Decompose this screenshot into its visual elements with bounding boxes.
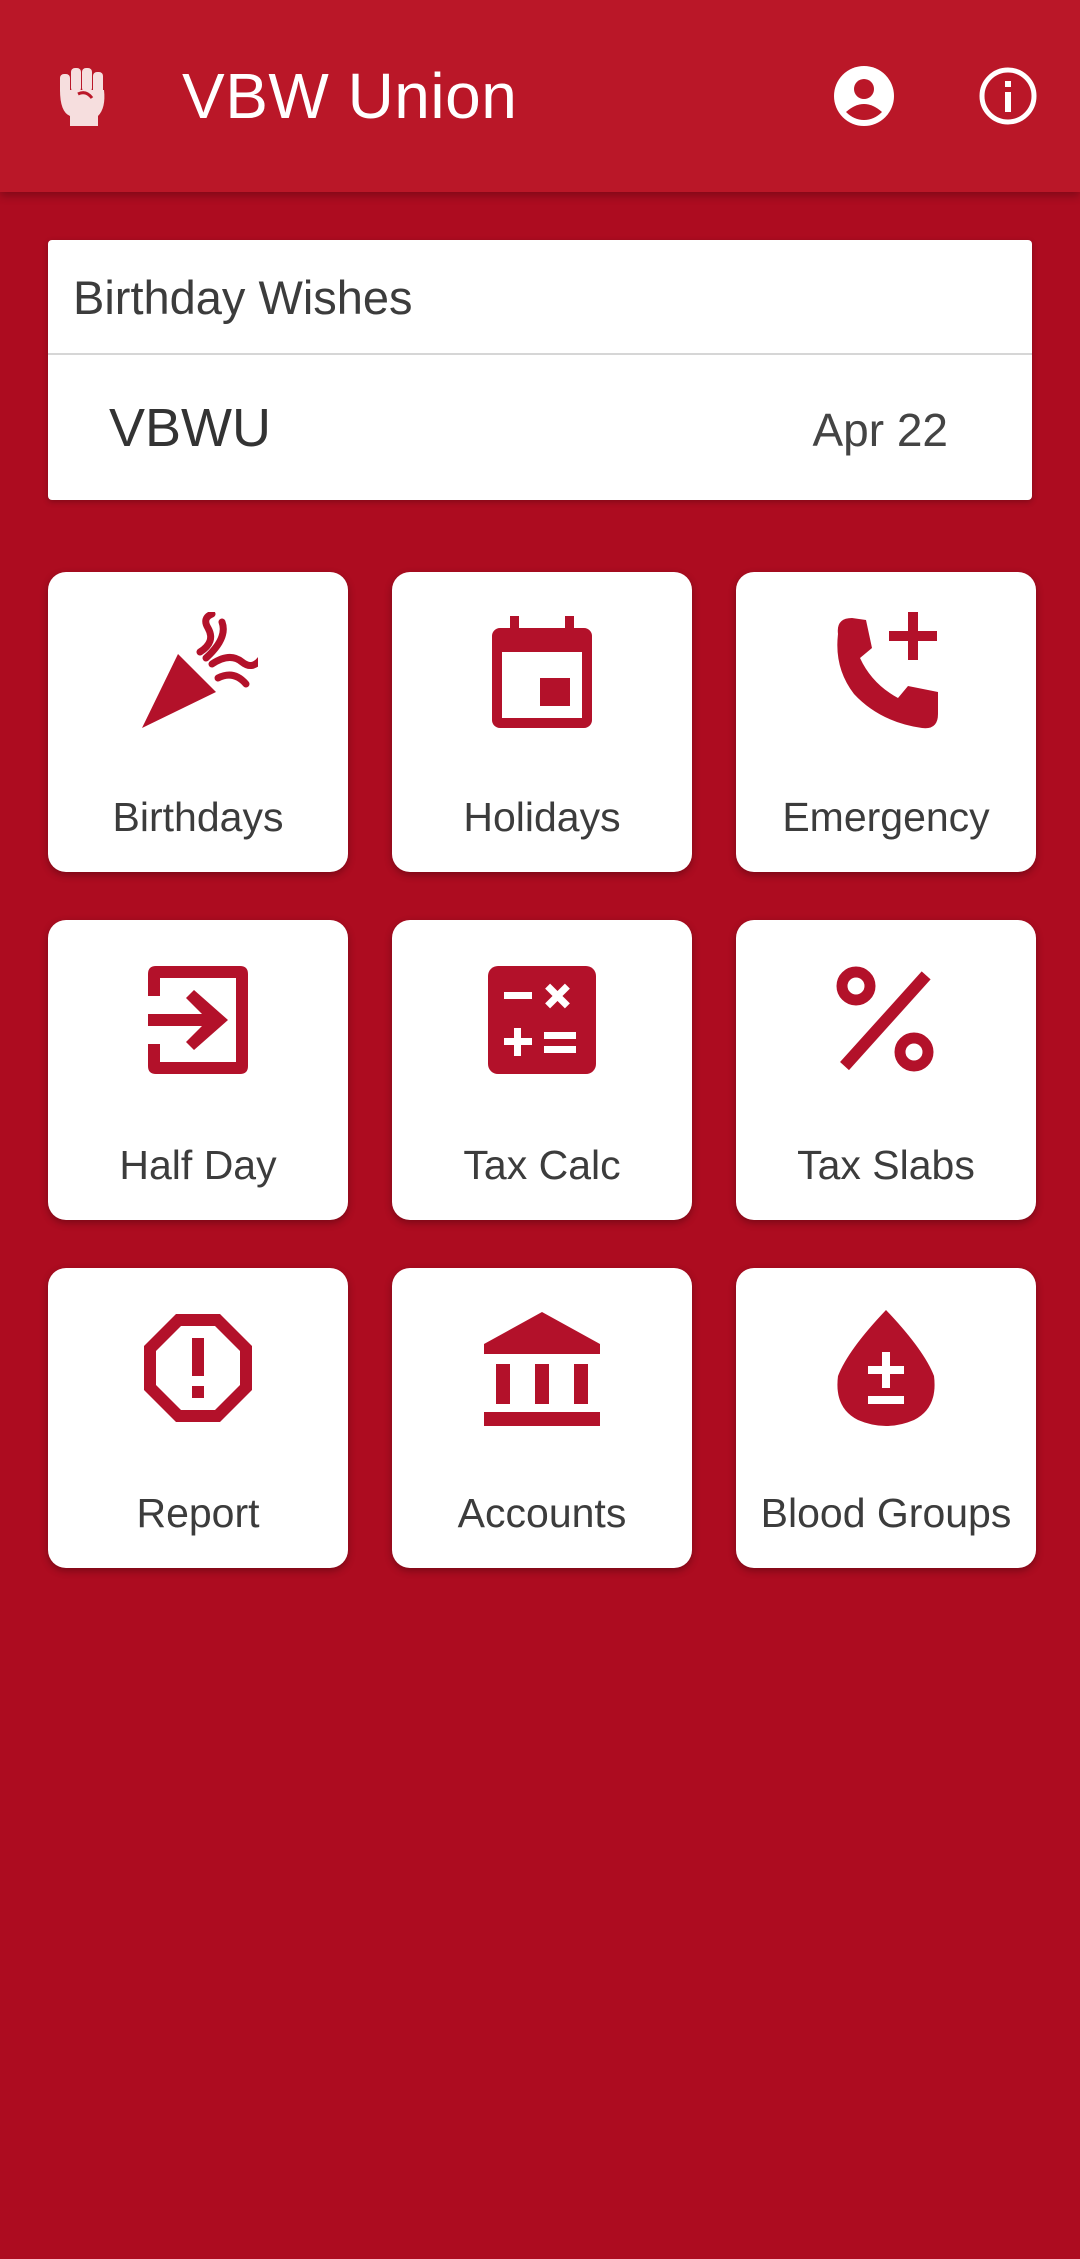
calculator-icon: [488, 966, 596, 1074]
tile-report[interactable]: Report: [48, 1268, 348, 1568]
bank-icon: [484, 1312, 600, 1426]
tile-tax-calc[interactable]: Tax Calc: [392, 920, 692, 1220]
birthday-wish-name: VBWU: [109, 398, 271, 458]
info-icon[interactable]: [978, 66, 1038, 126]
birthday-wishes-header: Birthday Wishes: [48, 240, 1032, 355]
tile-label: Accounts: [457, 1490, 627, 1536]
login-arrow-icon: [148, 966, 248, 1074]
tile-half-day[interactable]: Half Day: [48, 920, 348, 1220]
tile-holidays[interactable]: Holidays: [392, 572, 692, 872]
tile-label: Tax Slabs: [797, 1142, 975, 1188]
calendar-icon: [492, 616, 592, 728]
phone-add-icon: [837, 612, 938, 729]
blood-drop-icon: [837, 1310, 935, 1426]
tile-tax-slabs[interactable]: Tax Slabs: [736, 920, 1036, 1220]
tile-label: Tax Calc: [463, 1142, 621, 1188]
app-title: VBW Union: [182, 60, 518, 132]
tile-birthdays[interactable]: Birthdays: [48, 572, 348, 872]
party-popper-icon: [142, 612, 258, 728]
percent-icon: [836, 966, 934, 1072]
tile-label: Birthdays: [112, 794, 284, 840]
account-icon[interactable]: [834, 66, 894, 126]
tile-label: Holidays: [463, 794, 621, 840]
tile-label: Emergency: [782, 794, 990, 840]
tile-accounts[interactable]: Accounts: [392, 1268, 692, 1568]
raised-fist-icon: [60, 68, 105, 126]
tile-label: Half Day: [119, 1142, 277, 1188]
app-bar: VBW Union: [0, 0, 1080, 192]
tile-label: Blood Groups: [760, 1490, 1012, 1536]
tile-emergency[interactable]: Emergency: [736, 572, 1036, 872]
birthday-wishes-card: Birthday Wishes VBWU Apr 22: [48, 240, 1032, 500]
tile-label: Report: [136, 1490, 260, 1536]
birthday-wish-date: Apr 22: [812, 404, 948, 456]
report-octagon-icon: [144, 1314, 252, 1422]
birthday-wish-row[interactable]: VBWU Apr 22: [48, 355, 1032, 500]
tile-blood-groups[interactable]: Blood Groups: [736, 1268, 1036, 1568]
birthday-wishes-title: Birthday Wishes: [73, 271, 413, 324]
